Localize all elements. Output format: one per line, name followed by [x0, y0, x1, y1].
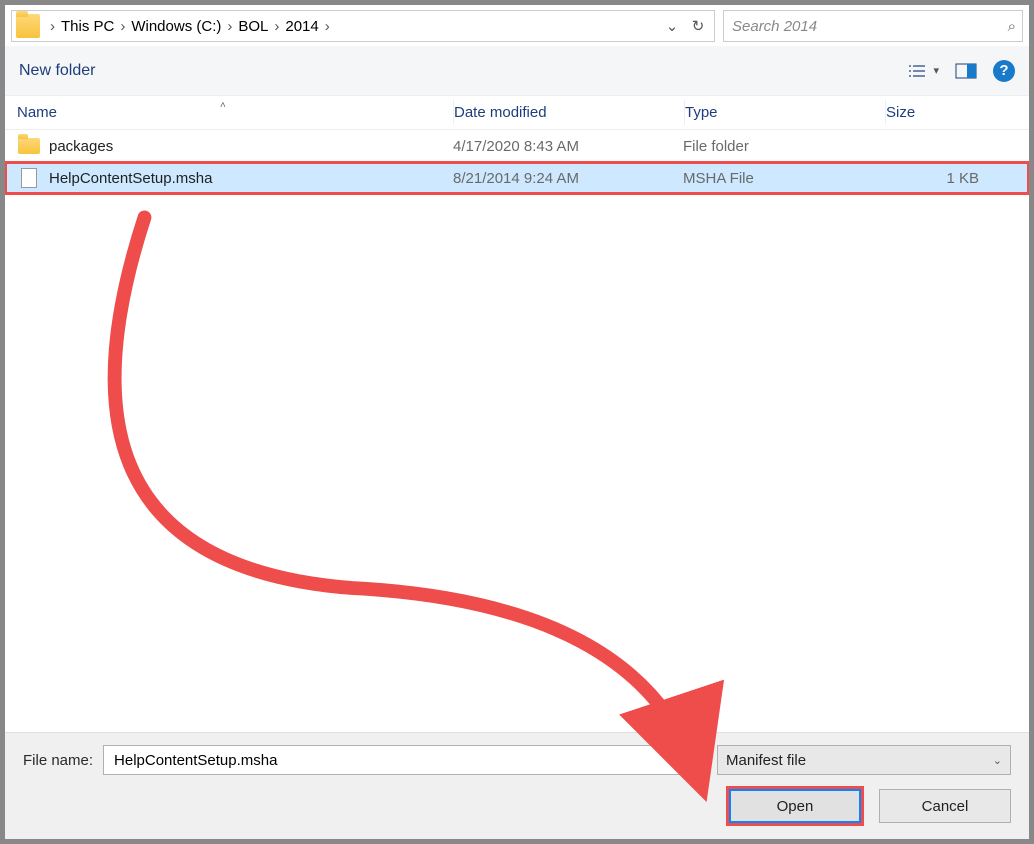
- new-folder-button[interactable]: New folder: [19, 62, 95, 80]
- address-bar-row: › This PC › Windows (C:) › BOL › 2014 › …: [5, 5, 1029, 46]
- filetype-label: Manifest file: [726, 752, 806, 769]
- breadcrumb: › This PC › Windows (C:) › BOL › 2014 ›: [44, 18, 654, 35]
- search-input[interactable]: [730, 17, 1008, 36]
- breadcrumb-item[interactable]: BOL: [238, 18, 268, 35]
- view-options-button[interactable]: ▾: [907, 63, 939, 79]
- file-date: 8/21/2014 9:24 AM: [453, 170, 683, 187]
- preview-pane-button[interactable]: [955, 63, 977, 79]
- breadcrumb-item[interactable]: This PC: [61, 18, 114, 35]
- file-list[interactable]: packages4/17/2020 8:43 AMFile folderHelp…: [5, 130, 1029, 732]
- file-size: 1 KB: [883, 170, 1029, 187]
- file-type: MSHA File: [683, 170, 883, 187]
- column-header-size[interactable]: Size: [886, 104, 1029, 121]
- column-header-type[interactable]: Type: [685, 104, 885, 121]
- column-header-date[interactable]: Date modified: [454, 104, 684, 121]
- chevron-right-icon: ›: [114, 18, 131, 35]
- search-icon[interactable]: ⌕: [1008, 18, 1016, 35]
- chevron-down-icon: ▾: [933, 64, 939, 77]
- filetype-select[interactable]: Manifest file ⌄: [717, 745, 1011, 775]
- column-header-name[interactable]: Name ˄: [5, 104, 453, 121]
- file-date: 4/17/2020 8:43 AM: [453, 138, 683, 155]
- dialog-footer: File name: ⌄ Manifest file ⌄ Open Cancel: [5, 732, 1029, 839]
- breadcrumb-item[interactable]: Windows (C:): [131, 18, 221, 35]
- chevron-right-icon: ›: [319, 18, 336, 35]
- chevron-right-icon: ›: [221, 18, 238, 35]
- file-open-dialog: › This PC › Windows (C:) › BOL › 2014 › …: [0, 0, 1034, 844]
- filename-input[interactable]: [112, 751, 689, 770]
- preview-pane-icon: [955, 63, 977, 79]
- chevron-down-icon[interactable]: ⌄: [660, 14, 684, 38]
- file-row[interactable]: packages4/17/2020 8:43 AMFile folder: [5, 130, 1029, 162]
- file-type: File folder: [683, 138, 883, 155]
- chevron-right-icon: ›: [44, 18, 61, 35]
- filename-label: File name:: [23, 752, 93, 769]
- folder-icon: [16, 14, 40, 38]
- list-view-icon: [907, 63, 929, 79]
- cancel-button[interactable]: Cancel: [879, 789, 1011, 823]
- file-row[interactable]: HelpContentSetup.msha8/21/2014 9:24 AMMS…: [5, 162, 1029, 194]
- sort-ascending-icon: ˄: [220, 100, 226, 111]
- filename-combo[interactable]: ⌄: [103, 745, 707, 775]
- file-icon: [17, 168, 41, 188]
- folder-icon: [17, 136, 41, 156]
- chevron-down-icon: ⌄: [993, 754, 1002, 767]
- refresh-icon[interactable]: ↻: [686, 14, 710, 38]
- breadcrumb-item[interactable]: 2014: [285, 18, 318, 35]
- chevron-right-icon: ›: [268, 18, 285, 35]
- file-name: packages: [49, 138, 453, 155]
- help-icon[interactable]: ?: [993, 60, 1015, 82]
- address-bar[interactable]: › This PC › Windows (C:) › BOL › 2014 › …: [11, 10, 715, 42]
- column-headers: Name ˄ Date modified Type Size: [5, 96, 1029, 130]
- column-header-label: Name: [17, 104, 57, 121]
- toolbar: New folder ▾ ?: [5, 46, 1029, 96]
- file-name: HelpContentSetup.msha: [49, 170, 453, 187]
- search-box[interactable]: ⌕: [723, 10, 1023, 42]
- chevron-down-icon[interactable]: ⌄: [689, 754, 698, 767]
- open-button[interactable]: Open: [729, 789, 861, 823]
